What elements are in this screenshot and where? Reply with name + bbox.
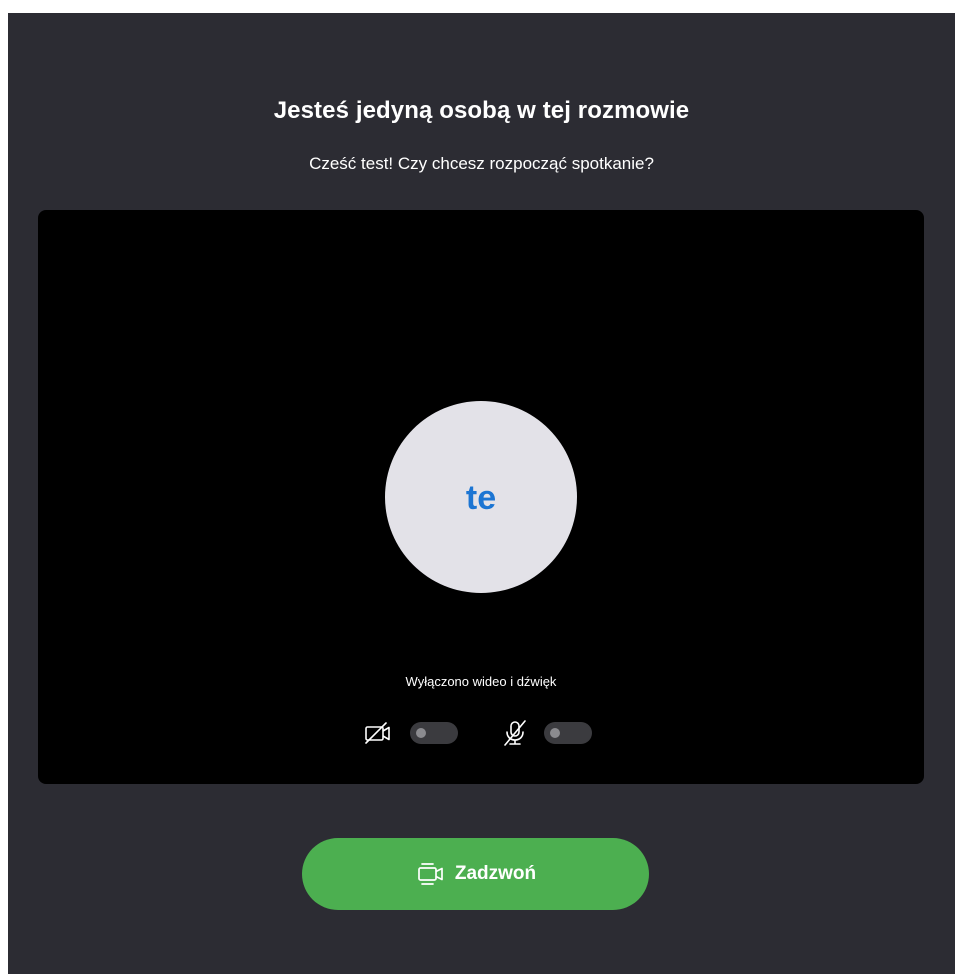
avatar: te xyxy=(385,401,577,593)
call-lobby-window: Jesteś jedyną osobą w tej rozmowie Cześć… xyxy=(8,13,955,974)
video-toggle[interactable] xyxy=(410,722,458,744)
video-preview: te Wyłączono wideo i dźwięk xyxy=(38,210,924,784)
avatar-initials: te xyxy=(465,478,497,517)
media-status-text: Wyłączono wideo i dźwięk xyxy=(405,674,557,689)
page-subtitle: Cześć test! Czy chcesz rozpocząć spotkan… xyxy=(309,154,654,173)
video-off-icon[interactable] xyxy=(362,720,396,746)
video-control xyxy=(362,720,458,746)
page-title: Jesteś jedyną osobą w tej rozmowie xyxy=(273,97,690,124)
video-toggle-knob xyxy=(416,728,426,738)
call-button[interactable]: Zadzwoń xyxy=(302,838,649,910)
audio-control xyxy=(498,720,592,746)
mic-off-icon[interactable] xyxy=(498,720,532,746)
audio-toggle[interactable] xyxy=(544,722,592,744)
call-button-label: Zadzwoń xyxy=(454,863,537,884)
audio-toggle-knob xyxy=(550,728,560,738)
video-call-icon xyxy=(415,860,449,888)
